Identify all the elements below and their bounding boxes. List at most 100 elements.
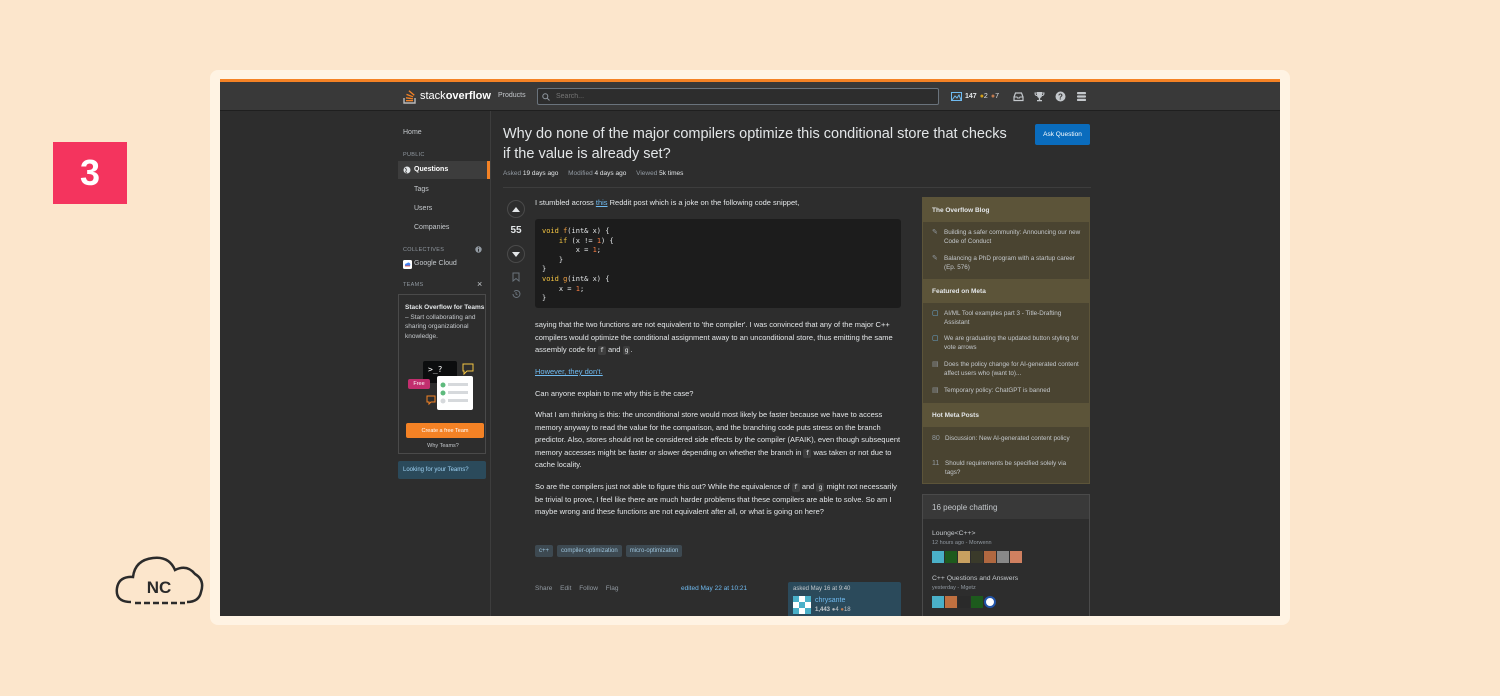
blog-item-1[interactable]: ✎ Building a safer community: Announcing …	[932, 228, 1082, 246]
help-icon[interactable]: ?	[1055, 91, 1066, 102]
hot-meta-item-2[interactable]: 11 Should requirements be specified solel…	[932, 459, 1082, 477]
code-keyword: void	[542, 274, 559, 283]
tag-micro-optimization[interactable]: micro-optimization	[625, 545, 683, 557]
upvote-arrow-icon	[512, 206, 520, 212]
chat-avatar[interactable]	[945, 596, 957, 608]
teams-promo: Stack Overflow for Teams – Start collabo…	[398, 294, 486, 454]
post-actions: Share Edit Follow Flag	[535, 585, 624, 592]
nav-companies[interactable]: Companies	[414, 224, 449, 231]
create-team-button[interactable]: Create a free Team	[406, 423, 484, 438]
downvote-button[interactable]	[507, 245, 525, 263]
stack-icon: ▤	[932, 361, 939, 368]
user-area: 147 ● 2 ● 7 ?	[951, 91, 1087, 102]
site-switcher-icon[interactable]	[1076, 91, 1087, 102]
teams-promo-text: Stack Overflow for Teams – Start collabo…	[405, 303, 485, 341]
chat-room-lounge[interactable]: Lounge<C++>	[932, 530, 975, 537]
achievements-trophy-icon[interactable]	[1034, 91, 1045, 102]
chat-heading[interactable]: 16 people chatting	[923, 495, 1089, 519]
search-input[interactable]	[554, 92, 938, 101]
chat-avatar[interactable]	[932, 551, 944, 563]
chat-avatar[interactable]	[971, 596, 983, 608]
info-icon[interactable]	[475, 246, 482, 253]
chat-avatar[interactable]	[971, 551, 983, 563]
author-reputation: 1,443 ●4 ●18	[815, 607, 851, 613]
chat-room-avatars	[932, 551, 1022, 563]
meta-item-1[interactable]: ▢ AI/ML Tool examples part 3 - Title-Draf…	[932, 309, 1082, 327]
meta-item-2[interactable]: ▢ We are graduating the updated button st…	[932, 334, 1082, 352]
asked-timestamp: asked May 16 at 9:40	[793, 586, 851, 592]
downvote-arrow-icon	[512, 251, 520, 257]
meta-heading: Featured on Meta	[923, 279, 1089, 303]
p1-text: saying that the two functions are not eq…	[535, 320, 893, 354]
chat-avatar[interactable]	[945, 551, 957, 563]
history-icon[interactable]	[511, 289, 521, 299]
asked-value: 19 days ago	[522, 170, 559, 177]
reddit-link[interactable]: this	[596, 198, 608, 207]
why-teams-link[interactable]: Why Teams?	[399, 443, 487, 449]
share-link[interactable]: Share	[535, 585, 552, 592]
edit-link[interactable]: Edit	[560, 585, 571, 592]
chat-avatar[interactable]	[932, 596, 944, 608]
chat-avatar[interactable]	[984, 596, 996, 608]
looking-for-teams-link[interactable]: Looking for your Teams?	[398, 461, 486, 479]
chat-avatar[interactable]	[997, 551, 1009, 563]
nav-users[interactable]: Users	[414, 205, 432, 212]
free-badge: Free	[408, 379, 430, 389]
tag-cpp[interactable]: c++	[535, 545, 554, 557]
code-text: ;	[596, 246, 602, 255]
meta-item-4[interactable]: ▤ Temporary policy: ChatGPT is banned	[932, 386, 1082, 395]
chat-avatar[interactable]	[958, 596, 970, 608]
inbox-icon[interactable]	[1013, 91, 1024, 102]
bronze-badge-count: 7	[995, 93, 999, 100]
p1-text: .	[630, 345, 633, 354]
author-avatar[interactable]	[793, 596, 811, 614]
chat-avatar[interactable]	[984, 551, 996, 563]
author-name[interactable]: chrysante	[815, 597, 845, 604]
code-block: void f(int& x) { if (x != 1) { x = 1; } …	[535, 219, 901, 308]
bookmark-icon[interactable]	[511, 272, 521, 282]
flag-link[interactable]: Flag	[606, 585, 619, 592]
code-text: x =	[558, 284, 576, 293]
modified-label: Modified	[568, 170, 593, 177]
products-menu[interactable]: Products	[498, 92, 526, 99]
question-title[interactable]: Why do none of the major compilers optim…	[503, 124, 1013, 164]
inline-code: f	[597, 346, 606, 355]
hot-meta-count: 11	[932, 460, 940, 467]
blog-item-2[interactable]: ✎ Balancing a PhD program with a startup …	[932, 254, 1082, 272]
p3-text: So are the compilers just not able to fi…	[535, 482, 792, 491]
globe-icon	[403, 166, 411, 174]
stackoverflow-logo[interactable]: stack overflow	[403, 88, 491, 104]
tag-compiler-optimization[interactable]: compiler-optimization	[557, 545, 622, 557]
close-teams-icon[interactable]: ×	[477, 279, 482, 289]
search-box[interactable]	[537, 88, 939, 105]
viewed-value: 5k times	[659, 170, 684, 177]
nav-home[interactable]: Home	[403, 129, 422, 136]
chat-room-cpp-qa[interactable]: C++ Questions and Answers	[932, 575, 1018, 582]
stack-logo-icon	[403, 90, 416, 104]
blog-item-text: Building a safer community: Announcing o…	[944, 229, 1081, 245]
nav-questions[interactable]: Questions	[414, 166, 448, 173]
nav-google-cloud[interactable]: Google Cloud	[414, 260, 457, 267]
upvote-button[interactable]	[507, 200, 525, 218]
question-meta: Asked 19 days ago Modified 4 days ago Vi…	[503, 170, 691, 177]
hot-meta-item-1[interactable]: 80 Discussion: New AI-generated content p…	[932, 434, 1082, 443]
chat-avatar[interactable]	[1010, 551, 1022, 563]
meta-item-3[interactable]: ▤ Does the policy change for AI-generated…	[932, 360, 1082, 378]
ask-question-button[interactable]: Ask Question	[1035, 124, 1090, 145]
however-link[interactable]: However, they don't.	[535, 367, 603, 376]
svg-text:>_?: >_?	[428, 365, 443, 374]
nav-tags[interactable]: Tags	[414, 186, 429, 193]
post-question-line: Can anyone explain to me why this is the…	[535, 389, 694, 398]
teams-desc: – Start collaborating and sharing organi…	[405, 313, 476, 340]
edited-timestamp[interactable]: edited May 22 at 10:21	[681, 585, 747, 592]
chat-room-lounge-activity: 12 hours ago - Morwenn	[932, 540, 992, 546]
left-sidebar: Home PUBLIC Questions Tags Users Compani…	[398, 111, 491, 616]
user-avatar-icon[interactable]	[951, 92, 962, 101]
nc-cloud-logo: NC	[115, 556, 204, 605]
intro-text: I stumbled across	[535, 198, 596, 207]
chat-widget: 16 people chatting Lounge<C++> 12 hours …	[922, 494, 1090, 616]
question-tags: c++ compiler-optimization micro-optimiza…	[535, 545, 683, 557]
code-text: (int& x) {	[567, 274, 610, 283]
follow-link[interactable]: Follow	[579, 585, 598, 592]
chat-avatar[interactable]	[958, 551, 970, 563]
